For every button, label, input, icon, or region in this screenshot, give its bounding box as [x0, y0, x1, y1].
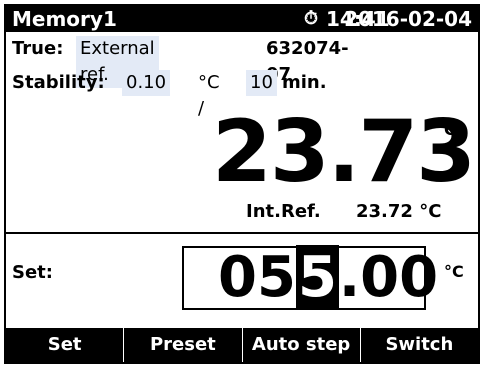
- title-bar: Memory1 ⏱ 14:41 2016-02-04: [6, 6, 478, 32]
- setpoint-cursor-digit[interactable]: 5: [295, 245, 339, 310]
- setpoint-label: Set:: [12, 262, 53, 283]
- softkey-set[interactable]: Set: [6, 328, 125, 362]
- temperature-reading: 23.73: [212, 102, 476, 202]
- internal-ref-value: 23.72 °C: [356, 201, 442, 222]
- true-label: True:: [12, 38, 64, 59]
- setpoint-unit: °C: [444, 262, 464, 281]
- setpoint-prefix: 05: [218, 245, 296, 310]
- softkey-switch[interactable]: Switch: [361, 328, 478, 362]
- softkey-auto-step[interactable]: Auto step: [243, 328, 361, 362]
- internal-ref-label: Int.Ref.: [246, 201, 321, 222]
- date-display: 2016-02-04: [344, 7, 472, 31]
- temperature-unit: °C: [436, 120, 456, 139]
- setpoint-field[interactable]: 055.00: [182, 245, 438, 310]
- setpoint-suffix: .00: [338, 245, 439, 310]
- memory-name: Memory1: [12, 7, 117, 31]
- clock-icon: ⏱: [304, 8, 319, 29]
- stability-label: Stability:: [12, 72, 105, 93]
- stability-minutes-label: min.: [282, 72, 327, 93]
- softkey-preset[interactable]: Preset: [124, 328, 243, 362]
- stability-value[interactable]: 0.10: [122, 70, 171, 96]
- instrument-screen: Memory1 ⏱ 14:41 2016-02-04 True: Externa…: [4, 4, 480, 364]
- divider: [6, 232, 478, 234]
- softkey-bar: Set Preset Auto step Switch: [6, 328, 478, 362]
- setpoint-value: 055.00: [218, 245, 439, 310]
- stability-minutes[interactable]: 10: [246, 70, 277, 96]
